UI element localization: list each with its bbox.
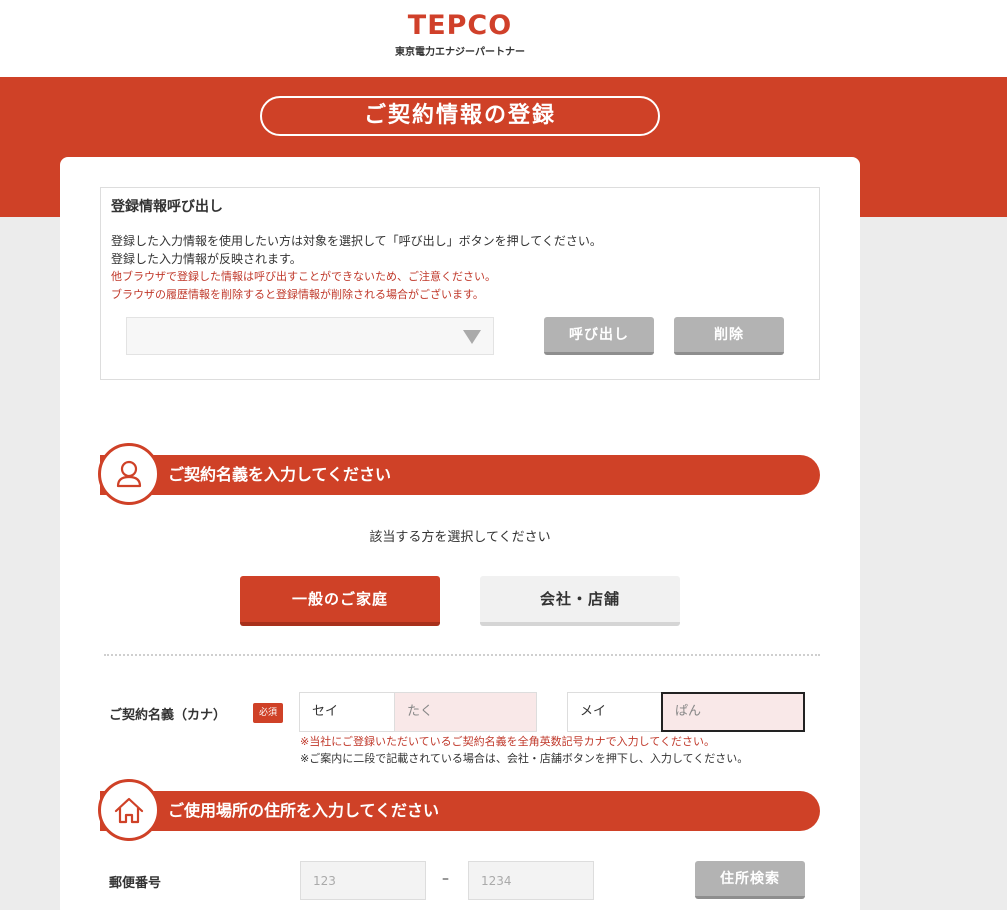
recall-desc-line-1: 登録した入力情報を使用したい方は対象を選択して「呼び出し」ボタンを押してください… bbox=[111, 234, 602, 248]
address-section-header: ご使用場所の住所を入力してください bbox=[98, 779, 820, 841]
postal-code-label: 郵便番号 bbox=[109, 876, 162, 891]
address-search-button[interactable]: 住所検索 bbox=[695, 861, 805, 899]
logo-subtext: 東京電力エナジーパートナー bbox=[395, 47, 525, 58]
tepco-logo[interactable]: TEPCO 東京電力エナジーパートナー bbox=[395, 10, 525, 59]
form-card: 登録情報呼び出し 登録した入力情報を使用したい方は対象を選択して「呼び出し」ボタ… bbox=[60, 157, 860, 910]
recall-select[interactable] bbox=[126, 317, 494, 355]
logo-text: TEPCO bbox=[407, 10, 513, 41]
postal-separator: – bbox=[442, 871, 449, 887]
recall-desc-line-2: 登録した入力情報が反映されます。 bbox=[111, 252, 302, 266]
tab-company[interactable]: 会社・店舗 bbox=[480, 576, 680, 626]
user-icon bbox=[116, 460, 142, 488]
tab-household[interactable]: 一般のご家庭 bbox=[240, 576, 440, 626]
recall-description: 登録した入力情報を使用したい方は対象を選択して「呼び出し」ボタンを押してください… bbox=[111, 232, 602, 304]
postal-code-input-1[interactable]: 123 bbox=[300, 861, 426, 900]
recall-note-2: ブラウザの履歴情報を削除すると登録情報が削除される場合がございます。 bbox=[111, 288, 484, 301]
delete-button[interactable]: 削除 bbox=[674, 317, 784, 355]
mei-input[interactable]: ぱん bbox=[661, 692, 805, 732]
select-prompt: 該当する方を選択してください bbox=[369, 530, 551, 545]
contract-section-title: ご契約名義を入力してください bbox=[168, 465, 392, 484]
postal-code-input-2[interactable]: 1234 bbox=[468, 861, 594, 900]
required-badge: 必須 bbox=[253, 703, 283, 723]
recall-panel: 登録情報呼び出し 登録した入力情報を使用したい方は対象を選択して「呼び出し」ボタ… bbox=[100, 187, 820, 380]
sei-label: セイ bbox=[299, 692, 395, 732]
sei-input[interactable]: たく bbox=[394, 692, 537, 732]
dropdown-arrow-icon bbox=[463, 330, 481, 344]
dotted-divider bbox=[104, 654, 820, 656]
mei-label: メイ bbox=[567, 692, 663, 732]
user-icon-circle bbox=[98, 443, 160, 505]
page-title: ご契約情報の登録 bbox=[260, 96, 660, 136]
recall-title: 登録情報呼び出し bbox=[111, 199, 223, 215]
contract-section-header: ご契約名義を入力してください bbox=[98, 443, 820, 505]
contract-name-label: ご契約名義（カナ） bbox=[109, 708, 227, 723]
recall-note-1: 他ブラウザで登録した情報は呼び出すことができないため、ご注意ください。 bbox=[111, 270, 496, 283]
call-button[interactable]: 呼び出し bbox=[544, 317, 654, 355]
name-note-red: ※当社にご登録いただいているご契約名義を全角英数記号カナで入力してください。 bbox=[300, 735, 716, 748]
name-note-black: ※ご案内に二段で記載されている場合は、会社・店舗ボタンを押下し、入力してください… bbox=[300, 752, 749, 765]
home-icon bbox=[114, 797, 144, 824]
home-icon-circle bbox=[98, 779, 160, 841]
address-section-title: ご使用場所の住所を入力してください bbox=[168, 801, 440, 820]
site-header: TEPCO 東京電力エナジーパートナー bbox=[0, 0, 1007, 77]
